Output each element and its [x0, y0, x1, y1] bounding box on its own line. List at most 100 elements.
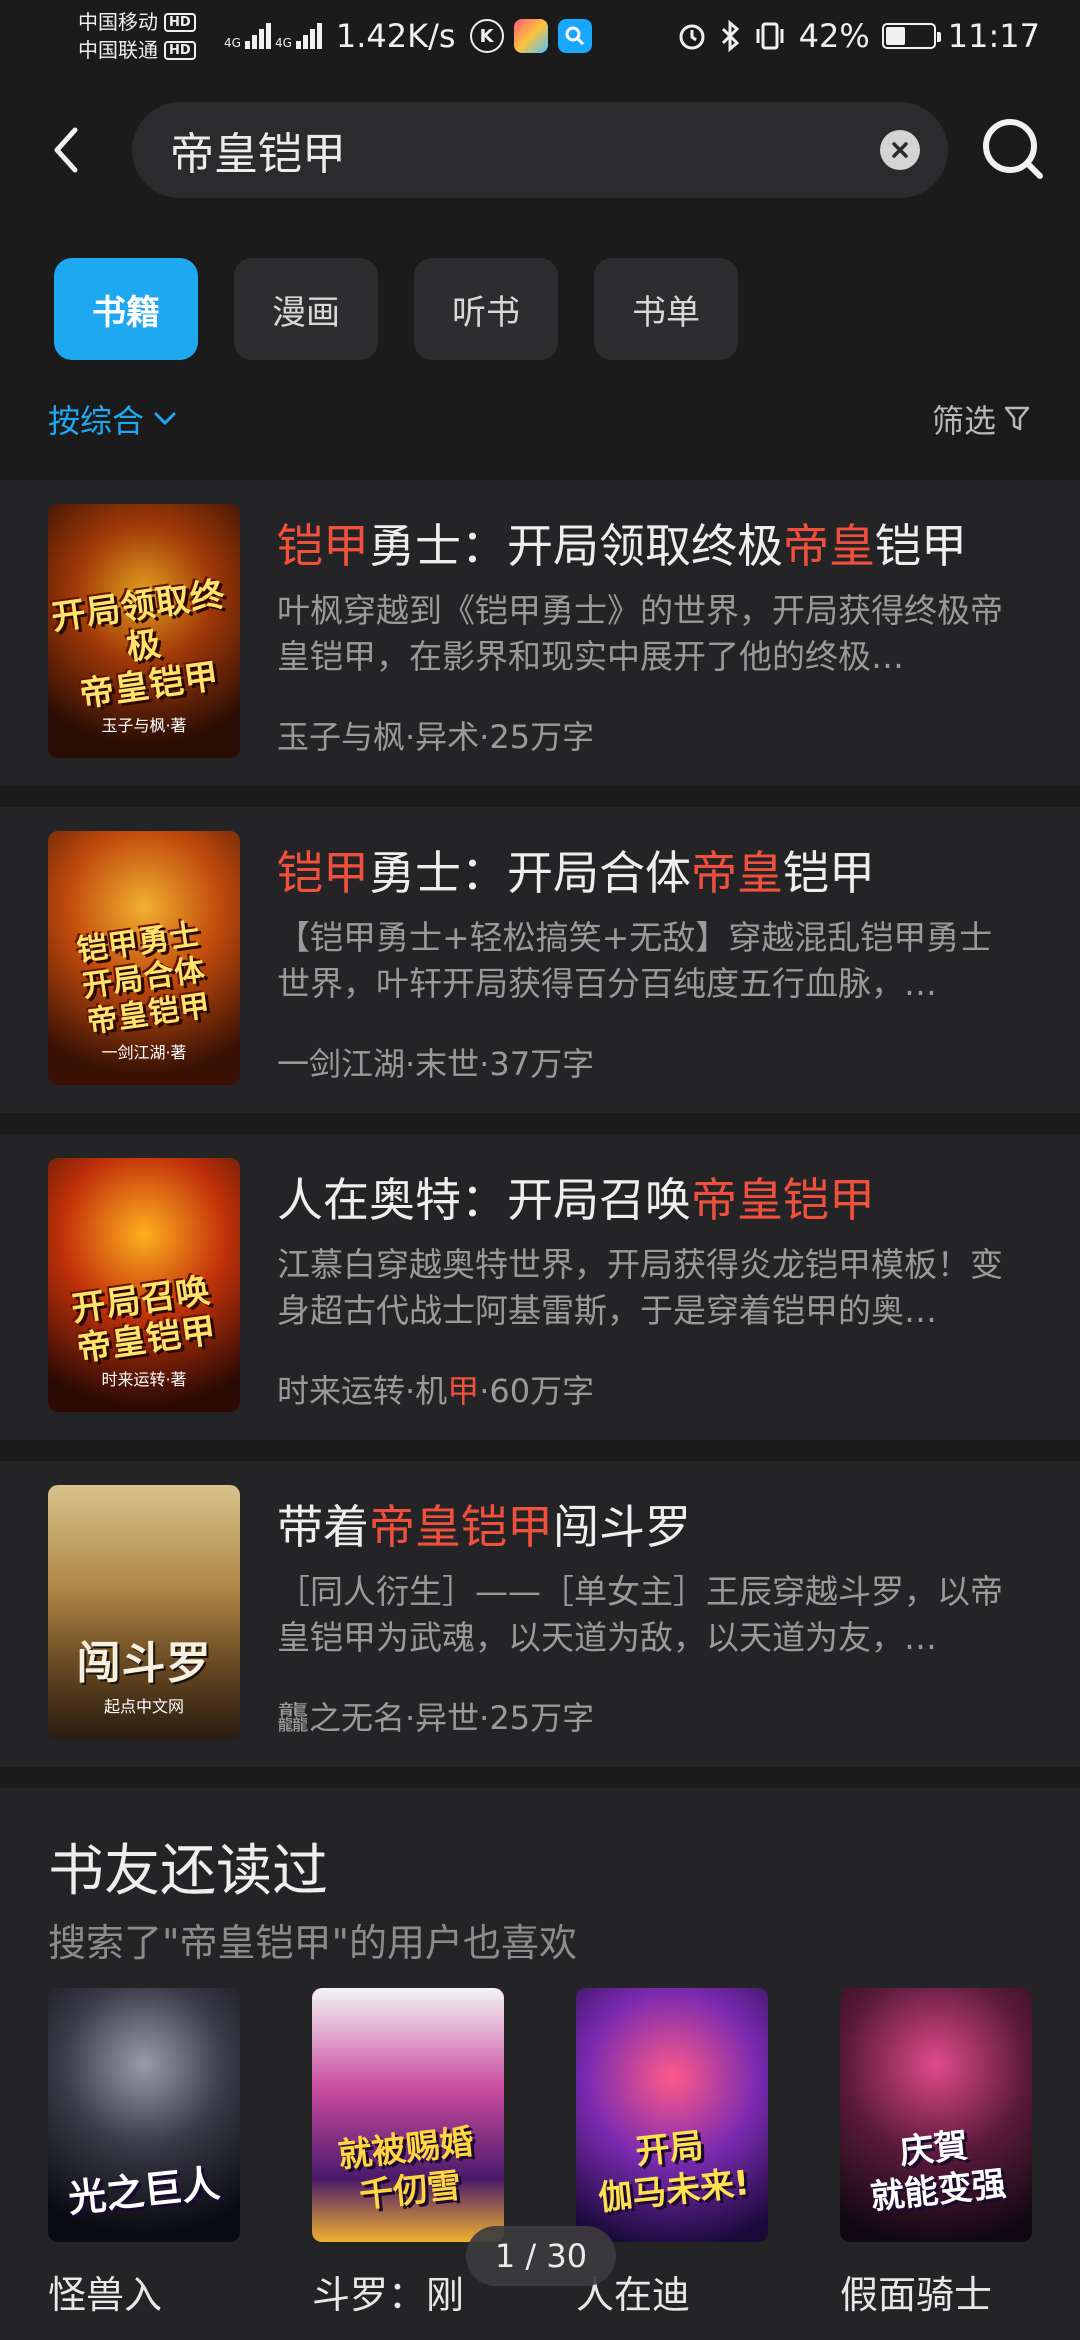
book-meta: 一剑江湖·末世·37万字	[277, 1039, 594, 1085]
section-subtitle: 搜索了"帝皇铠甲"的用户也喜欢	[48, 1921, 577, 1965]
keyword-highlight: 帝皇铠甲	[369, 1500, 553, 1554]
tab-booklists[interactable]: 书单	[594, 258, 738, 360]
book-item[interactable]: 铠甲勇士 开局合体 帝皇铠甲 一剑江湖·著 铠甲勇士：开局合体帝皇铠甲 【铠甲勇…	[0, 807, 1080, 1113]
cover-title: 庆賀 就能变强	[868, 2125, 1008, 2218]
cover-title: 光之巨人	[66, 2161, 222, 2221]
book-item[interactable]: 开局领取终极 帝皇铠甲 玉子与枫·著 铠甲勇士：开局领取终极帝皇铠甲 叶枫穿越到…	[0, 480, 1080, 786]
cover-author: 一剑江湖·著	[101, 1043, 187, 1062]
text-segment: 铠甲	[875, 519, 967, 573]
cover-title: 闯斗罗	[76, 1638, 212, 1689]
recommend-title: 假面骑士	[840, 2273, 993, 2317]
book-cover[interactable]: 闯斗罗 起点中文网	[48, 1485, 240, 1739]
sort-button[interactable]: 按综合	[48, 396, 176, 442]
hd-badge: HD	[164, 40, 196, 60]
clear-button[interactable]	[880, 130, 920, 170]
back-button[interactable]	[46, 122, 86, 178]
keyword-highlight: 甲	[447, 1372, 480, 1410]
book-meta: 龘之无名·异世·25万字	[277, 1693, 594, 1739]
cover-title: 铠甲勇士 开局合体 帝皇铠甲	[75, 916, 213, 1041]
search-results: 开局领取终极 帝皇铠甲 玉子与枫·著 铠甲勇士：开局领取终极帝皇铠甲 叶枫穿越到…	[0, 480, 1080, 1788]
book-cover[interactable]: 开局召唤 帝皇铠甲 时来运转·著	[48, 1158, 240, 1412]
keyword-highlight: 帝皇	[783, 519, 875, 573]
status-bar: 中国移动 HD 中国联通 HD 4G 4G 1.42K/s K 42% 11:17	[0, 0, 1080, 72]
battery-level	[885, 27, 906, 45]
recommend-cover[interactable]: 就被赐婚 千仞雪	[312, 1988, 504, 2242]
book-cover[interactable]: 铠甲勇士 开局合体 帝皇铠甲 一剑江湖·著	[48, 831, 240, 1085]
text-segment: 时来运转·机	[277, 1372, 448, 1410]
recommend-item[interactable]: 光之巨人 怪兽入	[48, 1988, 240, 2320]
book-item[interactable]: 闯斗罗 起点中文网 带着帝皇铠甲闯斗罗 ［同人衍生］——［单女主］王辰穿越斗罗，…	[0, 1461, 1080, 1767]
cover-title: 开局领取终极 帝皇铠甲	[49, 574, 228, 716]
page-indicator: 1 / 30	[466, 2226, 616, 2286]
signal-icon: 4G 4G	[224, 23, 322, 49]
book-title: 带着帝皇铠甲闯斗罗	[277, 1491, 691, 1557]
book-meta: 时来运转·机甲·60万字	[277, 1366, 594, 1412]
tab-books[interactable]: 书籍	[54, 258, 198, 360]
recommend-cover[interactable]: 庆賀 就能变强	[840, 1988, 1032, 2242]
network-speed: 1.42K/s	[335, 17, 456, 55]
recommend-item[interactable]: 庆賀 就能变强 假面骑士	[840, 1988, 1032, 2320]
book-cover[interactable]: 开局领取终极 帝皇铠甲 玉子与枫·著	[48, 504, 240, 758]
category-tabs: 书籍 漫画 听书 书单	[54, 258, 738, 360]
clear-icon	[892, 142, 908, 158]
search-header	[0, 100, 1080, 200]
chevron-down-icon	[154, 412, 176, 426]
text-segment: 人在奥特：开局召唤	[277, 1173, 691, 1227]
search-input[interactable]	[170, 102, 830, 198]
book-item[interactable]: 开局召唤 帝皇铠甲 时来运转·著 人在奥特：开局召唤帝皇铠甲 江慕白穿越奥特世界…	[0, 1134, 1080, 1440]
book-title: 人在奥特：开局召唤帝皇铠甲	[277, 1164, 875, 1230]
cover-publisher: 起点中文网	[103, 1697, 184, 1716]
recommend-cover[interactable]: 开局 伽马未来!	[576, 1988, 768, 2242]
hd-badge: HD	[164, 12, 196, 32]
network-type: 4G	[224, 36, 241, 50]
recommend-title: 怪兽入	[48, 2273, 163, 2317]
status-right: 42% 11:17	[677, 17, 1040, 55]
cover-title: 就被赐婚 千仞雪	[336, 2122, 476, 2217]
text-segment: 玉子与枫·异术·25万字	[277, 718, 595, 756]
book-description: 江慕白穿越奥特世界，开局获得炎龙铠甲模板！变身超古代战士阿基雷斯，于是穿着铠甲的…	[277, 1245, 1003, 1330]
cover-author: 时来运转·著	[101, 1370, 187, 1389]
filter-label: 筛选	[931, 402, 996, 440]
book-title: 铠甲勇士：开局合体帝皇铠甲	[277, 837, 875, 903]
carrier-1: 中国移动	[78, 10, 158, 34]
funnel-icon	[1004, 406, 1030, 431]
search-box[interactable]	[132, 102, 948, 198]
book-title: 铠甲勇士：开局领取终极帝皇铠甲	[277, 510, 967, 576]
sort-label: 按综合	[48, 402, 145, 440]
text-segment: 勇士：开局领取终极	[369, 519, 783, 573]
network-type: 4G	[274, 36, 292, 50]
text-segment: 龘之无名·异世·25万字	[277, 1699, 595, 1737]
book-description: 叶枫穿越到《铠甲勇士》的世界，开局获得终极帝皇铠甲，在影界和现实中展开了他的终极…	[277, 591, 1003, 676]
cover-title: 开局 伽马未来!	[596, 2125, 752, 2219]
keyword-highlight: 帝皇铠甲	[691, 1173, 875, 1227]
book-description: 【铠甲勇士+轻松搞笑+无敌】穿越混乱铠甲勇士世界，叶轩开局获得百分百纯度五行血脉…	[277, 918, 993, 1003]
photo-app-icon	[513, 19, 548, 53]
tab-comics[interactable]: 漫画	[234, 258, 378, 360]
text-segment: ·60万字	[479, 1372, 595, 1410]
battery-percent: 42%	[798, 17, 870, 55]
text-segment: 带着	[277, 1500, 369, 1554]
filter-button[interactable]: 筛选	[932, 396, 1030, 442]
text-segment: 勇士：开局合体	[369, 846, 691, 900]
clock: 11:17	[947, 17, 1040, 55]
cover-title: 开局召唤 帝皇铠甲	[69, 1270, 219, 1370]
search-icon	[983, 119, 1043, 179]
keyword-highlight: 铠甲	[277, 519, 369, 573]
alarm-icon	[679, 24, 705, 50]
text-segment: 闯斗罗	[553, 1500, 691, 1554]
cover-author: 玉子与枫·著	[101, 716, 187, 735]
k-app-icon: K	[469, 19, 504, 53]
tab-audiobooks[interactable]: 听书	[414, 258, 558, 360]
book-description: ［同人衍生］——［单女主］王辰穿越斗罗，以帝皇铠甲为武魂，以天道为敌，以天道为友…	[277, 1572, 1003, 1657]
keyword-highlight: 铠甲	[277, 846, 369, 900]
vibrate-icon	[756, 22, 784, 50]
text-segment: 一剑江湖·末世·37万字	[277, 1045, 595, 1083]
sort-filter-row: 按综合 筛选	[0, 396, 1080, 446]
notification-icons: K	[469, 19, 592, 53]
book-meta: 玉子与枫·异术·25万字	[277, 712, 594, 758]
search-button[interactable]	[980, 116, 1046, 182]
chevron-left-icon	[54, 127, 78, 173]
keyword-highlight: 帝皇	[691, 846, 783, 900]
section-title: 书友还读过	[48, 1839, 328, 1904]
recommend-cover[interactable]: 光之巨人	[48, 1988, 240, 2242]
